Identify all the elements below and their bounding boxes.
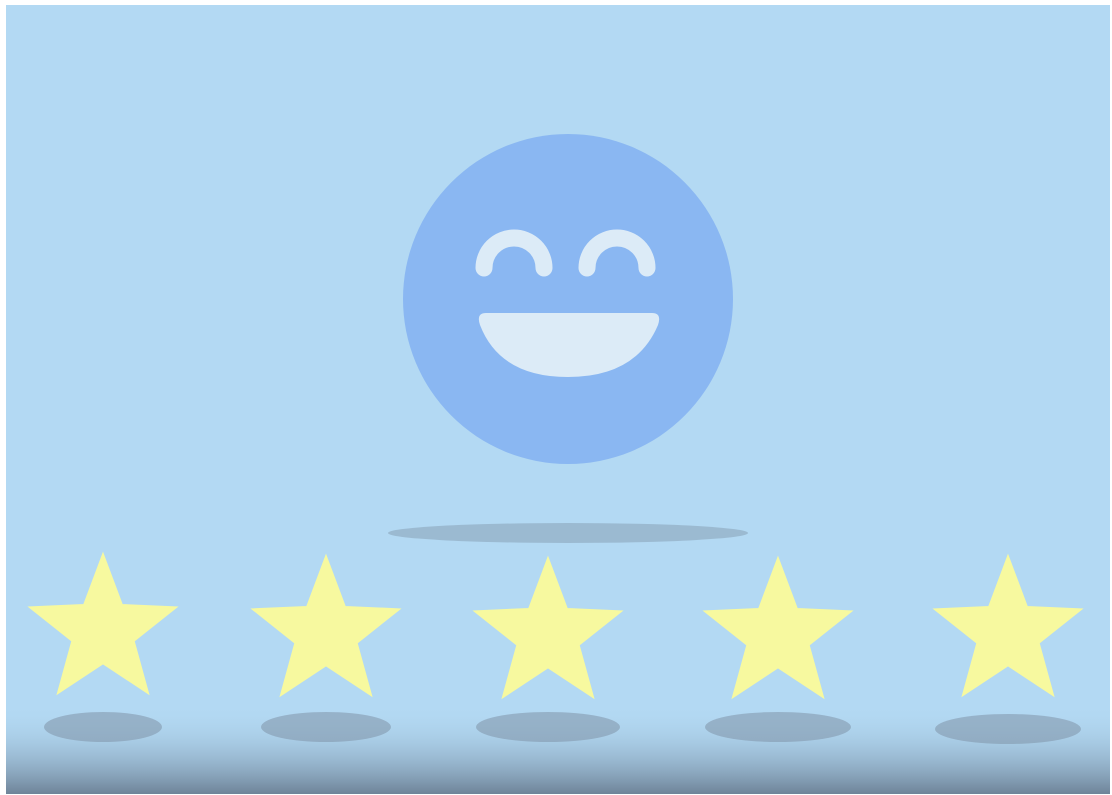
- face-circle: [403, 134, 733, 464]
- star-shadow: [44, 712, 162, 742]
- star-shadow: [935, 714, 1081, 744]
- face-shadow: [388, 523, 748, 543]
- smiley-face-icon: [403, 134, 733, 464]
- rating-illustration: [6, 5, 1110, 794]
- illustration-canvas: [6, 5, 1110, 794]
- star-shadow: [705, 712, 851, 742]
- star-shadow: [476, 712, 620, 742]
- star-shadow: [261, 712, 391, 742]
